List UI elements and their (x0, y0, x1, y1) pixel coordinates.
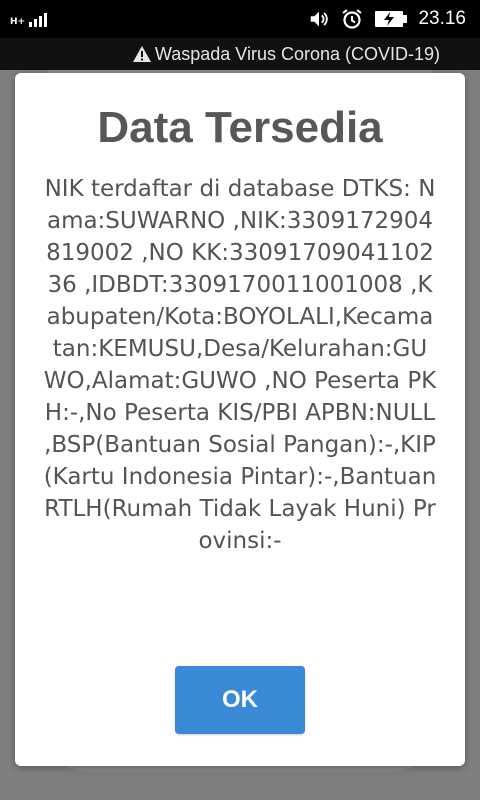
dialog-message: NIK terdaftar di database DTKS: Nama:SUW… (43, 176, 437, 554)
status-time: 23.16 (418, 8, 466, 29)
ok-button[interactable]: OK (175, 666, 305, 734)
volume-icon (311, 11, 329, 27)
battery-charging-icon (375, 11, 408, 27)
dialog-title: Data Tersedia (97, 103, 383, 152)
status-right: 23.16 (308, 7, 466, 31)
banner-text: Waspada Virus Corona (COVID-19) (154, 43, 440, 64)
covid-warning-banner: Waspada Virus Corona (COVID-19) (0, 38, 480, 70)
alarm-icon (342, 9, 363, 29)
warning-triangle-icon (132, 46, 151, 62)
status-bar: H+ 23.16 (0, 0, 480, 38)
signal-icon (29, 11, 48, 27)
data-dialog: Data Tersedia NIK terdaftar di database … (15, 73, 465, 766)
network-type: H+ (10, 18, 25, 27)
network-type-label: H+ (10, 17, 26, 27)
status-left: H+ (10, 11, 48, 27)
